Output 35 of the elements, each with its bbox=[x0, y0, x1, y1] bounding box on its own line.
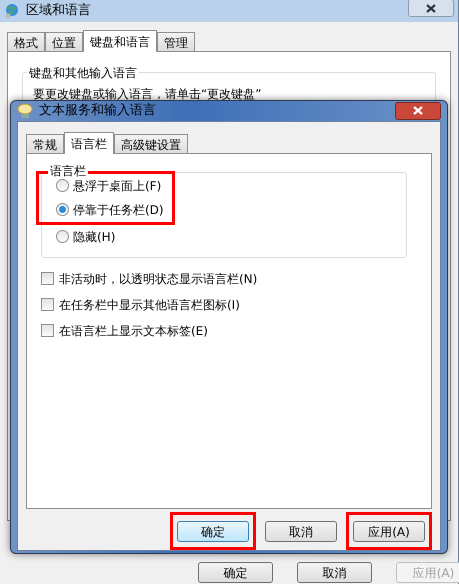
speech-bubble-icon bbox=[17, 102, 33, 119]
dialog-button[interactable]: 应用(A) bbox=[353, 521, 425, 542]
checkbox[interactable] bbox=[41, 298, 54, 311]
dialog-button[interactable]: 确定 bbox=[177, 521, 249, 542]
checkbox-label: 在语言栏上显示文本标签(E) bbox=[59, 322, 208, 340]
group-text: 要更改键盘或输入语言，请单击“更改键盘” bbox=[33, 86, 262, 103]
group-title: 键盘和其他输入语言 bbox=[27, 64, 139, 82]
tab[interactable]: 语言栏 bbox=[64, 132, 114, 154]
radio-button[interactable] bbox=[56, 179, 69, 192]
tab[interactable]: 格式 bbox=[7, 32, 45, 51]
radio-button[interactable] bbox=[56, 203, 69, 216]
dialog-button[interactable]: 确定 bbox=[198, 562, 273, 583]
group-title: 语言栏 bbox=[48, 164, 88, 178]
dialog-button[interactable]: 取消 bbox=[265, 521, 337, 542]
tab[interactable]: 高级键设置 bbox=[114, 134, 188, 152]
dialog-button[interactable]: 取消 bbox=[297, 562, 372, 583]
checkbox[interactable] bbox=[41, 324, 54, 337]
dialog-title: 文本服务和输入语言 bbox=[39, 102, 156, 120]
close-button[interactable] bbox=[408, 0, 454, 17]
radio-label: 停靠于任务栏(D) bbox=[73, 202, 164, 218]
radio-label: 隐藏(H) bbox=[73, 228, 116, 246]
tab[interactable]: 常规 bbox=[26, 134, 64, 152]
tab[interactable]: 键盘和语言 bbox=[83, 30, 157, 52]
checkbox[interactable] bbox=[41, 272, 54, 285]
close-icon bbox=[413, 106, 423, 116]
tab[interactable]: 管理 bbox=[157, 32, 195, 51]
close-icon bbox=[426, 4, 436, 12]
close-button[interactable] bbox=[395, 102, 441, 120]
window-title: 区域和语言 bbox=[26, 2, 91, 20]
checkbox-label: 在任务栏中显示其他语言栏图标(I) bbox=[59, 296, 240, 314]
radio-label: 悬浮于桌面上(F) bbox=[73, 178, 162, 194]
radio-button[interactable] bbox=[56, 230, 69, 243]
checkbox-label: 非活动时，以透明状态显示语言栏(N) bbox=[59, 270, 258, 288]
tab[interactable]: 位置 bbox=[45, 32, 83, 51]
globe-icon bbox=[4, 3, 20, 19]
